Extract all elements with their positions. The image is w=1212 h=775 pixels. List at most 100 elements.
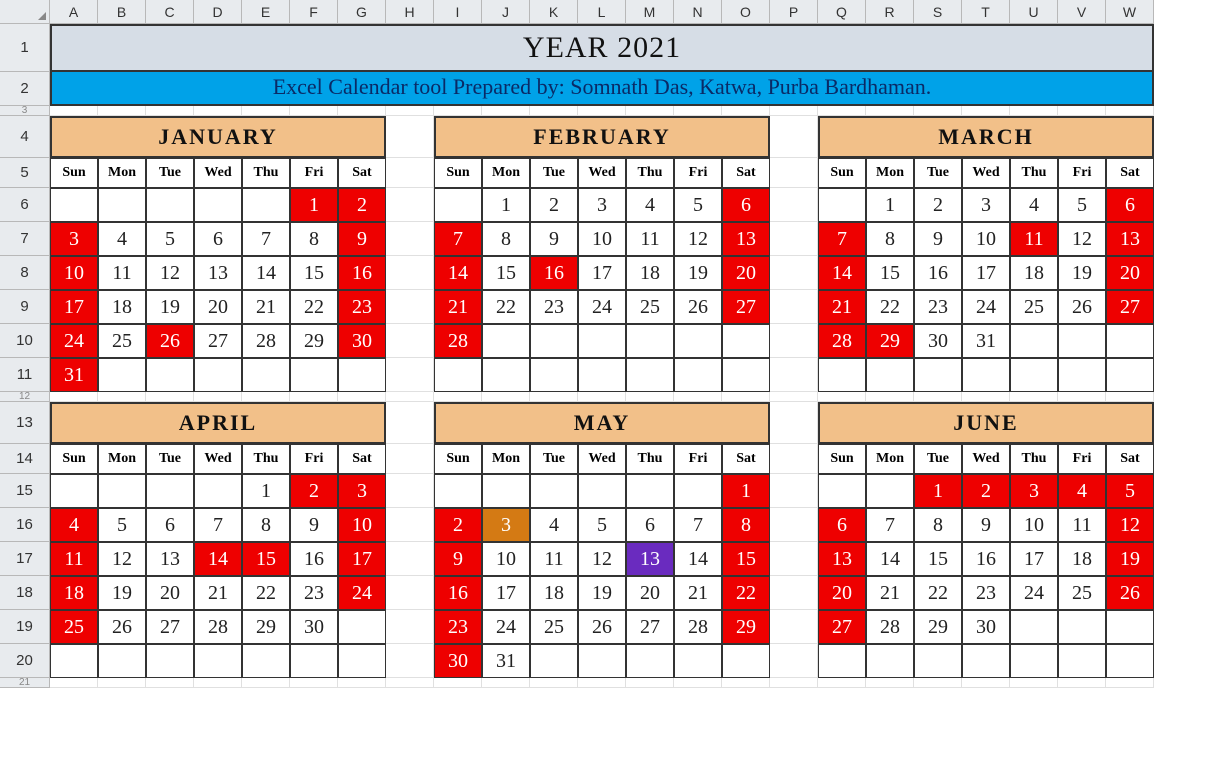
empty-cell[interactable] [386,542,434,576]
calendar-empty[interactable] [530,358,578,392]
calendar-day[interactable]: 23 [530,290,578,324]
calendar-day[interactable]: 19 [146,290,194,324]
calendar-day[interactable]: 8 [866,222,914,256]
column-header[interactable]: G [338,0,386,24]
calendar-day[interactable]: 18 [1058,542,1106,576]
column-header[interactable]: A [50,0,98,24]
calendar-day[interactable]: 30 [434,644,482,678]
calendar-day[interactable]: 1 [722,474,770,508]
calendar-empty[interactable] [818,474,866,508]
empty-cell[interactable] [770,392,818,402]
row-header[interactable]: 19 [0,610,50,644]
column-header[interactable]: H [386,0,434,24]
calendar-day[interactable]: 23 [914,290,962,324]
empty-cell[interactable] [818,392,866,402]
column-header[interactable]: C [146,0,194,24]
empty-cell[interactable] [722,392,770,402]
column-header[interactable]: K [530,0,578,24]
calendar-day[interactable]: 9 [434,542,482,576]
calendar-day[interactable]: 3 [578,188,626,222]
calendar-day[interactable]: 16 [962,542,1010,576]
calendar-empty[interactable] [530,474,578,508]
calendar-empty[interactable] [1106,644,1154,678]
empty-cell[interactable] [722,678,770,688]
calendar-empty[interactable] [626,324,674,358]
column-header[interactable]: M [626,0,674,24]
calendar-empty[interactable] [1106,358,1154,392]
calendar-day[interactable]: 1 [866,188,914,222]
calendar-empty[interactable] [1106,610,1154,644]
calendar-day[interactable]: 13 [1106,222,1154,256]
empty-cell[interactable] [434,106,482,116]
row-header[interactable]: 4 [0,116,50,158]
calendar-day[interactable]: 20 [146,576,194,610]
calendar-day[interactable]: 15 [242,542,290,576]
calendar-day[interactable]: 7 [674,508,722,542]
calendar-day[interactable]: 10 [962,222,1010,256]
calendar-empty[interactable] [50,188,98,222]
calendar-day[interactable]: 2 [962,474,1010,508]
column-header[interactable]: U [1010,0,1058,24]
column-header[interactable]: I [434,0,482,24]
empty-cell[interactable] [866,106,914,116]
calendar-day[interactable]: 5 [674,188,722,222]
empty-cell[interactable] [482,678,530,688]
calendar-day[interactable]: 21 [866,576,914,610]
empty-cell[interactable] [674,392,722,402]
column-header[interactable]: O [722,0,770,24]
calendar-day[interactable]: 30 [914,324,962,358]
calendar-day[interactable]: 8 [482,222,530,256]
row-header[interactable]: 21 [0,678,50,688]
calendar-empty[interactable] [290,358,338,392]
calendar-day[interactable]: 6 [818,508,866,542]
calendar-day[interactable]: 19 [1058,256,1106,290]
calendar-day[interactable]: 16 [290,542,338,576]
empty-cell[interactable] [962,392,1010,402]
calendar-empty[interactable] [1058,610,1106,644]
calendar-day[interactable]: 29 [866,324,914,358]
empty-cell[interactable] [98,392,146,402]
calendar-empty[interactable] [818,644,866,678]
calendar-day[interactable]: 14 [194,542,242,576]
calendar-empty[interactable] [194,188,242,222]
calendar-day[interactable]: 25 [530,610,578,644]
empty-cell[interactable] [770,576,818,610]
calendar-day[interactable]: 16 [434,576,482,610]
column-header[interactable]: F [290,0,338,24]
calendar-day[interactable]: 26 [98,610,146,644]
calendar-empty[interactable] [578,474,626,508]
empty-cell[interactable] [1106,392,1154,402]
calendar-day[interactable]: 24 [578,290,626,324]
calendar-day[interactable]: 23 [290,576,338,610]
empty-cell[interactable] [530,678,578,688]
row-header[interactable]: 11 [0,358,50,392]
empty-cell[interactable] [770,324,818,358]
empty-cell[interactable] [770,644,818,678]
empty-cell[interactable] [770,508,818,542]
empty-cell[interactable] [1106,678,1154,688]
row-header[interactable]: 10 [0,324,50,358]
calendar-day[interactable]: 5 [1106,474,1154,508]
empty-cell[interactable] [770,358,818,392]
empty-cell[interactable] [386,392,434,402]
calendar-day[interactable]: 22 [242,576,290,610]
empty-cell[interactable] [242,678,290,688]
row-header[interactable]: 14 [0,444,50,474]
calendar-day[interactable]: 15 [482,256,530,290]
calendar-day[interactable]: 3 [962,188,1010,222]
column-header[interactable]: V [1058,0,1106,24]
row-header[interactable]: 5 [0,158,50,188]
empty-cell[interactable] [962,106,1010,116]
calendar-empty[interactable] [962,358,1010,392]
calendar-day[interactable]: 4 [1010,188,1058,222]
calendar-day[interactable]: 8 [722,508,770,542]
calendar-empty[interactable] [50,474,98,508]
empty-cell[interactable] [386,222,434,256]
empty-cell[interactable] [386,508,434,542]
empty-cell[interactable] [386,678,434,688]
calendar-day[interactable]: 21 [674,576,722,610]
calendar-day[interactable]: 6 [626,508,674,542]
calendar-empty[interactable] [818,358,866,392]
empty-cell[interactable] [386,188,434,222]
calendar-day[interactable]: 17 [578,256,626,290]
